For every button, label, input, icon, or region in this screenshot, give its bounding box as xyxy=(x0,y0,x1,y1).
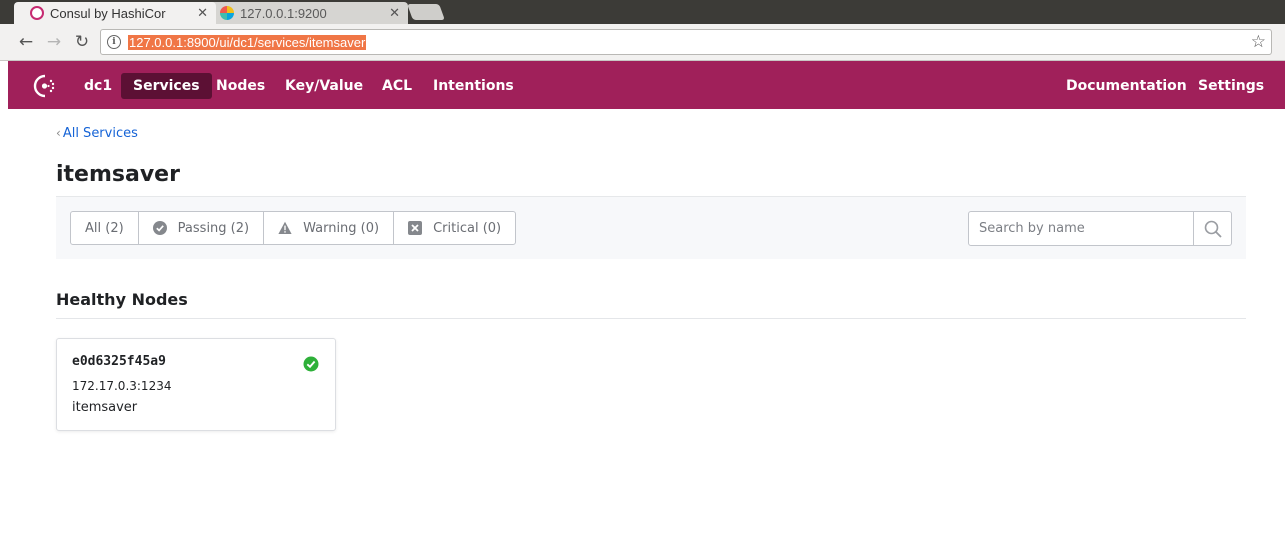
breadcrumb-all-services[interactable]: All Services xyxy=(63,126,138,141)
consul-favicon-icon xyxy=(30,6,44,20)
tab-title: Consul by HashiCor xyxy=(50,5,166,21)
filter-warning[interactable]: Warning (0) xyxy=(263,212,393,244)
consul-logo-icon[interactable] xyxy=(32,73,58,99)
datacenter-selector[interactable]: dc1 xyxy=(72,73,124,99)
elastic-favicon-icon xyxy=(220,6,234,20)
nav-nodes[interactable]: Nodes xyxy=(204,73,277,99)
site-info-icon[interactable]: i xyxy=(107,35,121,49)
filter-passing[interactable]: Passing (2) xyxy=(137,212,263,244)
node-name[interactable]: e0d6325f45a9 xyxy=(72,354,166,369)
tab-strip: 127.0.0.1:9200 ✕ Consul by HashiCor ✕ xyxy=(0,0,1285,24)
node-card[interactable]: e0d6325f45a9 172.17.0.3:1234 itemsaver xyxy=(56,338,336,431)
back-arrow-icon[interactable]: ← xyxy=(16,32,36,52)
page-title: itemsaver xyxy=(56,162,180,187)
consul-navbar: dc1 Services Nodes Key/Value ACL Intenti… xyxy=(8,61,1285,109)
bookmark-star-icon[interactable]: ☆ xyxy=(1251,32,1266,52)
nav-settings[interactable]: Settings xyxy=(1186,73,1276,99)
filter-warning-label: Warning (0) xyxy=(303,220,380,236)
passing-check-icon xyxy=(303,356,319,372)
nav-documentation[interactable]: Documentation xyxy=(1054,73,1199,99)
check-circle-icon xyxy=(152,221,167,235)
search-button[interactable] xyxy=(1193,212,1231,245)
forward-arrow-icon[interactable]: → xyxy=(44,32,64,52)
close-tab-icon[interactable]: ✕ xyxy=(197,5,208,21)
new-tab-button[interactable] xyxy=(407,4,445,20)
section-divider xyxy=(56,318,1246,319)
browser-window: 127.0.0.1:9200 ✕ Consul by HashiCor ✕ ← … xyxy=(0,0,1285,549)
url-text[interactable]: 127.0.0.1:8900/ui/dc1/services/itemsaver xyxy=(128,35,367,50)
tab-title: 127.0.0.1:9200 xyxy=(240,5,327,21)
close-tab-icon[interactable]: ✕ xyxy=(389,5,400,21)
filter-all[interactable]: All (2) xyxy=(71,212,138,244)
address-bar[interactable]: i 127.0.0.1:8900/ui/dc1/services/itemsav… xyxy=(100,29,1272,55)
filter-all-label: All (2) xyxy=(85,220,124,236)
filter-critical-label: Critical (0) xyxy=(433,220,502,236)
nav-acl[interactable]: ACL xyxy=(370,73,424,99)
filter-passing-label: Passing (2) xyxy=(177,220,250,236)
nav-key-value[interactable]: Key/Value xyxy=(273,73,375,99)
search-input[interactable] xyxy=(969,212,1193,245)
node-service-name: itemsaver xyxy=(72,400,138,415)
nav-intentions[interactable]: Intentions xyxy=(421,73,526,99)
reload-icon[interactable]: ↻ xyxy=(72,32,92,52)
chevron-left-icon: ‹ xyxy=(56,126,61,140)
browser-toolbar: ← → ↻ i 127.0.0.1:8900/ui/dc1/services/i… xyxy=(0,24,1285,61)
healthy-nodes-heading: Healthy Nodes xyxy=(56,290,188,309)
health-filter: All (2) Passing (2) Warning (0) Critical… xyxy=(70,211,517,245)
search-box xyxy=(968,211,1232,246)
filter-bar: All (2) Passing (2) Warning (0) Critical… xyxy=(56,196,1246,259)
node-address: 172.17.0.3:1234 xyxy=(72,379,172,393)
search-icon xyxy=(1204,220,1222,238)
browser-tab-elasticsearch[interactable]: 127.0.0.1:9200 ✕ xyxy=(208,2,408,24)
breadcrumb[interactable]: ‹ All Services xyxy=(56,126,138,141)
warning-triangle-icon xyxy=(278,221,292,234)
browser-tab-consul[interactable]: Consul by HashiCor ✕ xyxy=(14,2,216,24)
critical-x-icon xyxy=(408,221,423,235)
filter-critical[interactable]: Critical (0) xyxy=(393,212,515,244)
nav-services[interactable]: Services xyxy=(121,73,212,99)
